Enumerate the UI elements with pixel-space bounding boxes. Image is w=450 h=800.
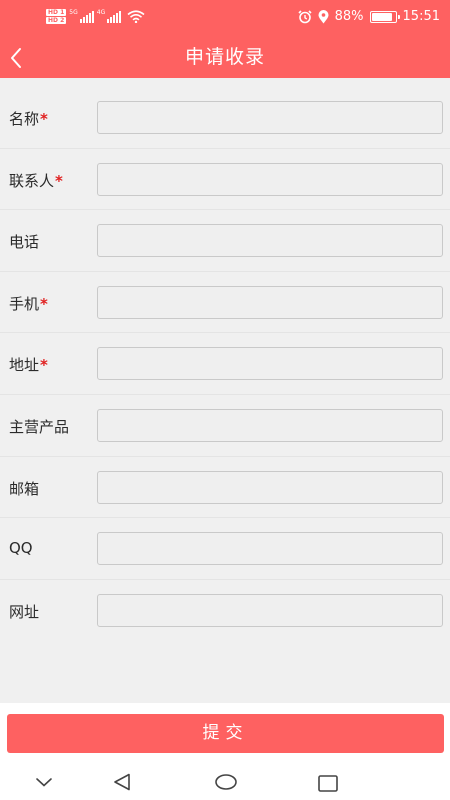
battery-fill xyxy=(371,12,392,21)
field-label-text: 地址 xyxy=(9,356,40,375)
form-row: 地址* xyxy=(0,333,450,395)
form-input-field[interactable] xyxy=(97,470,443,504)
app-header: 申请收录 xyxy=(0,37,450,78)
field-label-text: 电话 xyxy=(9,233,40,252)
field-label: 地址* xyxy=(9,354,48,375)
form-input-field[interactable] xyxy=(97,285,443,319)
form-row: 名称* xyxy=(0,87,450,149)
form-row: 网址 xyxy=(0,580,450,642)
form-input-field[interactable] xyxy=(97,593,443,627)
form-row: 主营产品 xyxy=(0,395,450,457)
submit-button[interactable]: 提交 xyxy=(7,714,444,753)
triangle-back-icon[interactable] xyxy=(113,773,131,791)
field-label: 联系人* xyxy=(9,170,63,191)
required-marker: * xyxy=(40,294,48,313)
form-row: 手机* xyxy=(0,272,450,334)
circle-home-icon[interactable] xyxy=(215,774,237,790)
application-form: 名称* 联系人* 电话 手机* 地址* 主营产品 邮箱 QQ 网址 xyxy=(0,87,450,641)
field-label-text: QQ xyxy=(9,539,33,558)
field-label: 电话 xyxy=(9,231,39,252)
alarm-icon xyxy=(298,9,312,23)
wifi-icon xyxy=(127,10,145,23)
form-row: 电话 xyxy=(0,210,450,272)
battery-percent: 88% xyxy=(334,9,364,24)
form-row: 联系人* xyxy=(0,149,450,211)
signal-icon-1 xyxy=(79,10,94,23)
network-type-1: 5G xyxy=(69,9,78,16)
field-label-text: 主营产品 xyxy=(9,417,70,436)
field-label: 手机* xyxy=(9,293,48,314)
form-input-field[interactable] xyxy=(97,347,443,381)
battery-icon xyxy=(369,10,400,23)
form-row: 邮箱 xyxy=(0,457,450,519)
square-recent-icon[interactable] xyxy=(318,775,338,792)
required-marker: * xyxy=(40,356,48,375)
status-left-indicators: HD 1 HD 2 5G 4G xyxy=(46,9,145,24)
clock-time: 15:51 xyxy=(402,9,440,24)
status-bar: HD 1 HD 2 5G 4G 88% 15:51 xyxy=(0,0,450,37)
field-label: QQ xyxy=(9,539,33,557)
required-marker: * xyxy=(55,171,63,190)
form-row: QQ xyxy=(0,518,450,580)
form-input-field[interactable] xyxy=(97,101,443,134)
hd-badge-1: HD 1 xyxy=(46,9,67,16)
field-label-text: 手机 xyxy=(9,294,40,313)
network-type-2: 4G xyxy=(96,9,106,16)
page-title: 申请收录 xyxy=(184,46,265,68)
field-label-text: 网址 xyxy=(9,602,40,621)
system-navigation-bar xyxy=(0,761,450,800)
field-label: 名称* xyxy=(9,108,48,129)
field-label-text: 名称 xyxy=(9,110,40,128)
field-label: 主营产品 xyxy=(9,416,69,437)
footer-bar: 提交 xyxy=(0,703,450,761)
location-icon xyxy=(318,9,329,23)
signal-icon-2 xyxy=(107,10,122,23)
field-label: 网址 xyxy=(9,601,39,622)
form-input-field[interactable] xyxy=(97,162,443,196)
hd-badges: HD 1 HD 2 xyxy=(46,9,67,24)
field-label-text: 邮箱 xyxy=(9,479,40,498)
required-marker: * xyxy=(40,110,48,128)
hd-badge-2: HD 2 xyxy=(46,17,67,24)
form-input-field[interactable] xyxy=(97,224,443,258)
form-input-field[interactable] xyxy=(97,532,443,566)
field-label: 邮箱 xyxy=(9,478,39,499)
chevron-down-icon[interactable] xyxy=(36,778,52,787)
form-input-field[interactable] xyxy=(97,408,443,442)
field-label-text: 联系人 xyxy=(9,171,55,190)
status-right-indicators: 88% 15:51 xyxy=(298,9,440,24)
